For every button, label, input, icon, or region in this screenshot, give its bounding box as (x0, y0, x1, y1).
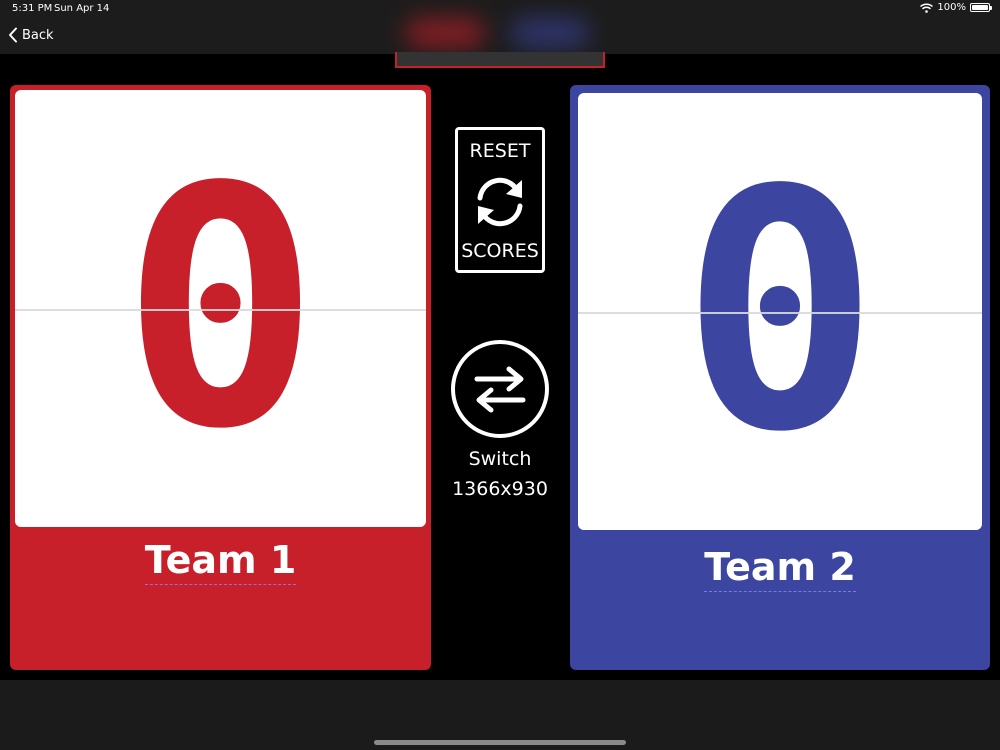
switch-sides-button[interactable] (451, 340, 549, 438)
blurred-blue-glow (510, 18, 590, 48)
scores-label: SCORES (461, 240, 539, 262)
back-label: Back (22, 27, 54, 43)
chevron-left-icon (9, 27, 17, 43)
reset-scores-button[interactable]: RESET SCORES (455, 127, 545, 273)
back-button[interactable]: Back (8, 27, 54, 43)
battery-icon (970, 3, 992, 12)
flip-crease (15, 308, 426, 311)
team-1-name: Team 1 (144, 538, 297, 585)
team-1-name-field[interactable]: Team 1 (10, 538, 431, 585)
wifi-icon (920, 2, 934, 13)
top-bar: 5:31 PM Sun Apr 14 100% Back (0, 0, 1000, 54)
status-indicators: 100% (920, 2, 992, 13)
team-2-card: 0 Team 2 (570, 85, 990, 670)
refresh-icon (477, 177, 523, 227)
team-2-name: Team 2 (704, 545, 856, 592)
screen-size-label: 1366x930 (452, 478, 548, 500)
team-1-card: 0 Team 1 (10, 85, 431, 670)
flip-crease (578, 311, 982, 314)
status-date: Sun Apr 14 (54, 3, 110, 14)
status-time: 5:31 PM (12, 3, 53, 14)
score-bar-tab (395, 52, 605, 68)
battery-percent: 100% (937, 2, 966, 13)
team-2-score-panel[interactable]: 0 (578, 93, 982, 530)
team-1-score-panel[interactable]: 0 (15, 90, 426, 527)
home-indicator[interactable] (374, 740, 626, 745)
reset-label: RESET (469, 140, 531, 162)
team-2-name-field[interactable]: Team 2 (570, 545, 990, 592)
switch-label: Switch (468, 448, 532, 470)
swap-arrows-icon (474, 366, 526, 413)
blurred-red-glow (405, 18, 485, 48)
